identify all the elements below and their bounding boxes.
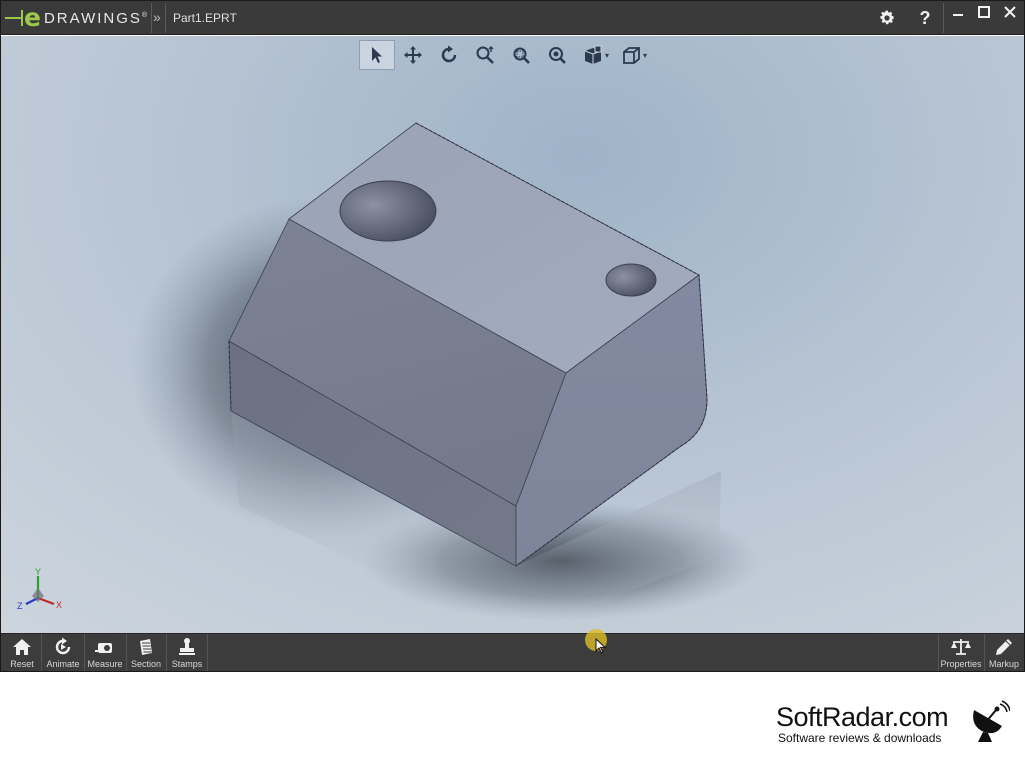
measure-button[interactable]: Measure (86, 634, 124, 671)
home-icon (13, 639, 31, 655)
select-tool[interactable] (359, 40, 395, 70)
animate-label: Animate (46, 659, 80, 669)
axis-triad: Y X Z (17, 567, 62, 611)
edrawings-logo: e DRAWINGS® (5, 3, 148, 32)
triad-z-label: Z (17, 601, 23, 611)
view-orientation-dropdown[interactable]: ▾ (643, 51, 651, 60)
logo-mark: ® (141, 11, 148, 19)
properties-label: Properties (940, 659, 982, 669)
model-viewport[interactable]: ▾ ▾ Y X Z (1, 36, 1024, 633)
help-icon: ? (919, 7, 931, 28)
logo-word: DRAWINGS (43, 9, 142, 27)
close-button[interactable] (997, 1, 1023, 23)
watermark-title: SoftRadar.com (776, 702, 949, 732)
view-orientation-icon (623, 47, 640, 64)
watermark-subtitle: Software reviews & downloads (778, 731, 942, 745)
satellite-dish-icon (973, 700, 1010, 742)
help-button[interactable]: ? (911, 4, 939, 32)
breadcrumb-chevron[interactable]: » (153, 9, 161, 25)
zoom-to-area-tool[interactable] (503, 40, 539, 70)
stamps-label: Stamps (171, 659, 203, 669)
rotate-tool[interactable] (431, 40, 467, 70)
maximize-icon (978, 6, 990, 18)
rotate-icon (441, 45, 457, 63)
zoom-tool[interactable] (467, 40, 503, 70)
pencil-icon (996, 639, 1012, 655)
stamps-button[interactable]: Stamps (168, 634, 206, 671)
close-icon (1004, 6, 1016, 18)
properties-button[interactable]: Properties (939, 634, 983, 671)
reset-label: Reset (10, 659, 34, 669)
title-bar: e DRAWINGS® » Part1.EPRT ? (1, 1, 1024, 35)
gear-icon (880, 10, 895, 25)
mouse-cursor-icon (595, 638, 607, 654)
zoom-to-fit-icon (549, 47, 566, 64)
section-icon (140, 639, 152, 655)
select-icon (372, 47, 382, 63)
pan-tool[interactable] (395, 40, 431, 70)
file-name: Part1.EPRT (173, 11, 237, 25)
animate-button[interactable]: Animate (43, 634, 83, 671)
section-button[interactable]: Section (128, 634, 164, 671)
model-render[interactable] (1, 36, 1024, 633)
settings-button[interactable] (873, 4, 901, 32)
markup-label: Markup (988, 659, 1019, 669)
minimize-icon (953, 14, 963, 16)
measure-icon (95, 643, 112, 653)
triad-x-label: X (56, 600, 62, 610)
maximize-button[interactable] (971, 1, 997, 23)
scale-icon (951, 639, 971, 655)
bottom-toolbar: Reset Animate Measure Section Stamps Pro… (1, 633, 1024, 671)
softradar-watermark: SoftRadar.com Software reviews & downloa… (776, 700, 1016, 750)
stamp-icon (179, 638, 195, 655)
display-style-icon (584, 45, 602, 64)
zoom-to-area-icon (513, 47, 530, 64)
zoom-icon (476, 46, 494, 64)
pan-icon (404, 46, 422, 64)
logo-letter: e (24, 3, 41, 32)
triad-y-label: Y (35, 567, 41, 577)
display-style-dropdown[interactable]: ▾ (605, 51, 613, 60)
animate-icon (55, 637, 71, 655)
view-toolbar: ▾ ▾ (359, 39, 651, 71)
measure-label: Measure (87, 659, 123, 669)
markup-button[interactable]: Markup (985, 634, 1023, 671)
minimize-button[interactable] (945, 1, 971, 23)
zoom-to-fit-tool[interactable] (539, 40, 575, 70)
edrawings-window: e DRAWINGS® » Part1.EPRT ? ▾ ▾ Y X Z Res… (0, 0, 1025, 672)
section-label: Section (130, 659, 162, 669)
reset-button[interactable]: Reset (5, 634, 39, 671)
